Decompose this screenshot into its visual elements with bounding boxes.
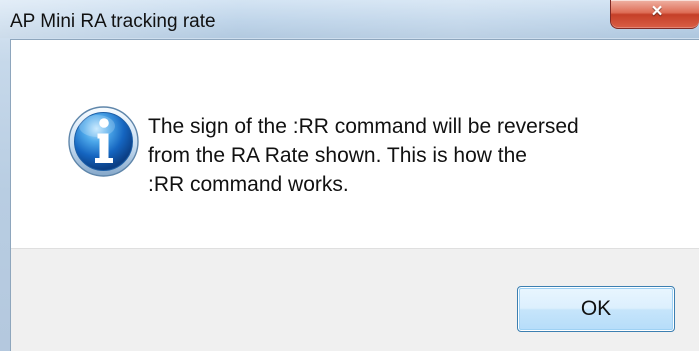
dialog-client-area: The sign of the :RR command will be reve…	[10, 39, 699, 351]
ok-button[interactable]: OK	[517, 286, 675, 332]
message-line: The sign of the :RR command will be reve…	[148, 115, 579, 138]
title-bar[interactable]: AP Mini RA tracking rate ×	[0, 0, 699, 38]
message-box-window: AP Mini RA tracking rate × The sign of t…	[0, 0, 699, 351]
window-title: AP Mini RA tracking rate	[10, 11, 216, 32]
info-icon	[68, 106, 139, 177]
close-button[interactable]: ×	[610, 0, 699, 29]
close-icon: ×	[651, 1, 663, 22]
button-area: OK	[11, 248, 699, 351]
message-line: from the RA Rate shown. This is how the	[148, 144, 527, 167]
message-line: :RR command works.	[148, 173, 349, 196]
message-area: The sign of the :RR command will be reve…	[11, 40, 699, 248]
message-text: The sign of the :RR command will be reve…	[148, 113, 668, 200]
